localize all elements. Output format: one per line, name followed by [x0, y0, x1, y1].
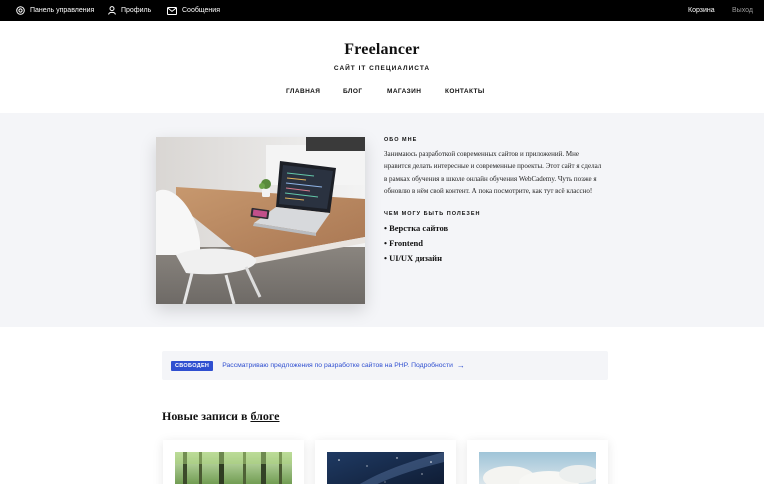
dashboard-icon: [16, 6, 25, 15]
messages-label: Сообщения: [182, 7, 220, 14]
skills-list: • Верстка сайтов • Frontend • UI/UX диза…: [384, 221, 604, 266]
blog-card[interactable]: [163, 440, 304, 484]
nav-item-home[interactable]: ГЛАВНАЯ: [286, 88, 320, 95]
about-section: ОБО МНЕ Занимаюсь разработкой современны…: [0, 113, 764, 327]
blog-card-image: [327, 452, 444, 484]
blog-card[interactable]: [467, 440, 608, 484]
arrow-right-icon[interactable]: →: [457, 361, 465, 370]
blog-card[interactable]: [315, 440, 456, 484]
dashboard-label: Панель управления: [30, 7, 95, 14]
blog-card-image: [175, 452, 292, 484]
blog-card-image: [479, 452, 596, 484]
notice-link[interactable]: Рассматриваю предложения по разработке с…: [222, 362, 453, 369]
site-header: Freelancer САЙТ IT СПЕЦИАЛИСТА ГЛАВНАЯ Б…: [0, 21, 764, 113]
skill-item-frontend: • Frontend: [384, 237, 423, 248]
profile-link[interactable]: Профиль: [108, 0, 151, 21]
skill-item-layout: • Верстка сайтов: [384, 222, 449, 233]
cart-link[interactable]: Корзина: [688, 0, 715, 21]
main-nav: ГЛАВНАЯ БЛОГ МАГАЗИН КОНТАКТЫ: [0, 88, 764, 100]
workspace-photo: [156, 137, 365, 304]
skills-label: ЧЕМ МОГУ БЫТЬ ПОЛЕЗЕН: [384, 210, 481, 217]
admin-bar: Панель управления Профиль Сообщения Корз…: [0, 0, 764, 21]
mail-icon: [167, 6, 177, 15]
blog-heading-link[interactable]: блоге: [250, 409, 279, 423]
about-label: ОБО МНЕ: [384, 137, 418, 143]
cart-label: Корзина: [688, 7, 715, 14]
dashboard-link[interactable]: Панель управления: [16, 0, 94, 21]
site-subtitle: САЙТ IT СПЕЦИАЛИСТА: [333, 65, 431, 72]
skill-item-uiux: • UI/UX дизайн: [384, 252, 442, 263]
site-title[interactable]: Freelancer: [0, 41, 764, 59]
messages-link[interactable]: Сообщения: [167, 0, 220, 21]
nav-item-contacts[interactable]: КОНТАКТЫ: [445, 88, 485, 95]
user-icon: [108, 6, 116, 15]
blog-heading: Новые записи в блоге: [162, 409, 280, 424]
nav-item-shop[interactable]: МАГАЗИН: [387, 88, 421, 95]
availability-notice: СВОБОДЕН Рассматриваю предложения по раз…: [162, 351, 608, 380]
logout-label: Выход: [732, 7, 753, 14]
blog-heading-prefix: Новые записи в: [162, 409, 248, 423]
status-badge: СВОБОДЕН: [171, 360, 214, 371]
nav-item-blog[interactable]: БЛОГ: [343, 88, 362, 95]
about-paragraph: Занимаюсь разработкой современных сайтов…: [384, 150, 602, 196]
profile-label: Профиль: [121, 7, 152, 14]
about-text-block: ОБО МНЕ Занимаюсь разработкой современны…: [384, 137, 604, 266]
logout-link[interactable]: Выход: [732, 0, 753, 21]
